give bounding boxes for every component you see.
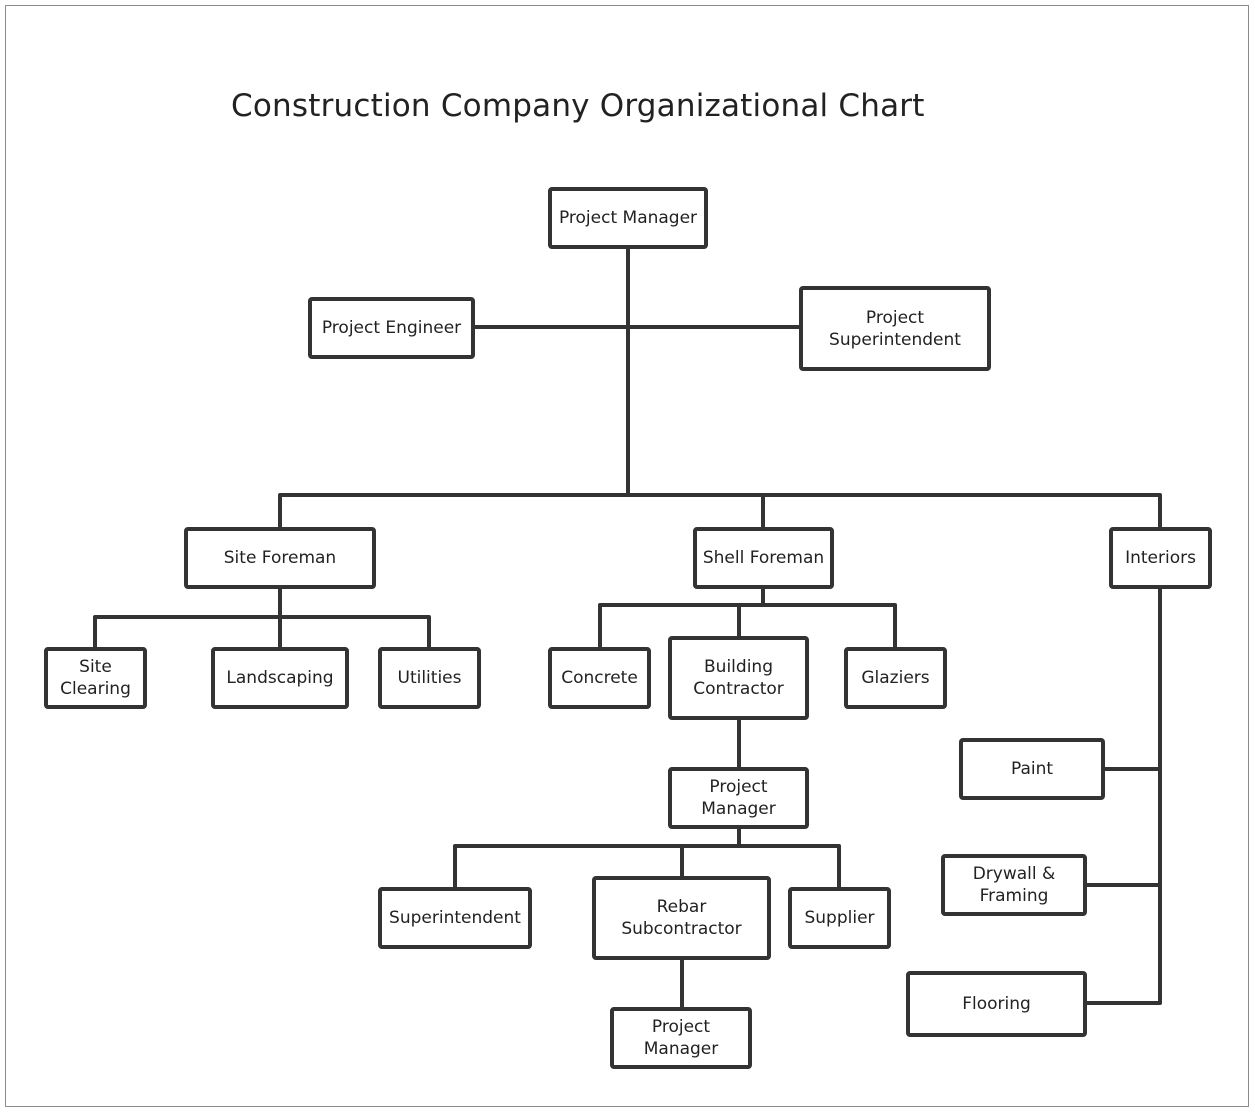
node-landscaping[interactable]: Landscaping (211, 647, 349, 709)
node-site-foreman[interactable]: Site Foreman (184, 527, 376, 589)
node-concrete[interactable]: Concrete (548, 647, 651, 709)
node-project-superintendent[interactable]: Project Superintendent (799, 286, 991, 371)
node-bc-project-manager[interactable]: Project Manager (668, 767, 809, 829)
node-utilities[interactable]: Utilities (378, 647, 481, 709)
node-drywall-framing[interactable]: Drywall & Framing (941, 854, 1087, 916)
node-superintendent[interactable]: Superintendent (378, 887, 532, 949)
node-rebar-project-manager[interactable]: Project Manager (610, 1007, 752, 1069)
node-building-contractor[interactable]: Building Contractor (668, 636, 809, 720)
node-shell-foreman[interactable]: Shell Foreman (693, 527, 834, 589)
node-paint[interactable]: Paint (959, 738, 1105, 800)
connector-siteforeman-bus (93, 615, 431, 648)
node-supplier[interactable]: Supplier (788, 887, 891, 949)
node-flooring[interactable]: Flooring (906, 971, 1087, 1037)
node-project-manager[interactable]: Project Manager (548, 187, 708, 249)
connector-level2-bus (278, 493, 1162, 528)
node-rebar-subcontractor[interactable]: Rebar Subcontractor (592, 876, 771, 960)
node-glaziers[interactable]: Glaziers (844, 647, 947, 709)
node-interiors[interactable]: Interiors (1109, 527, 1212, 589)
node-project-engineer[interactable]: Project Engineer (308, 297, 475, 359)
node-site-clearing[interactable]: Site Clearing (44, 647, 147, 709)
